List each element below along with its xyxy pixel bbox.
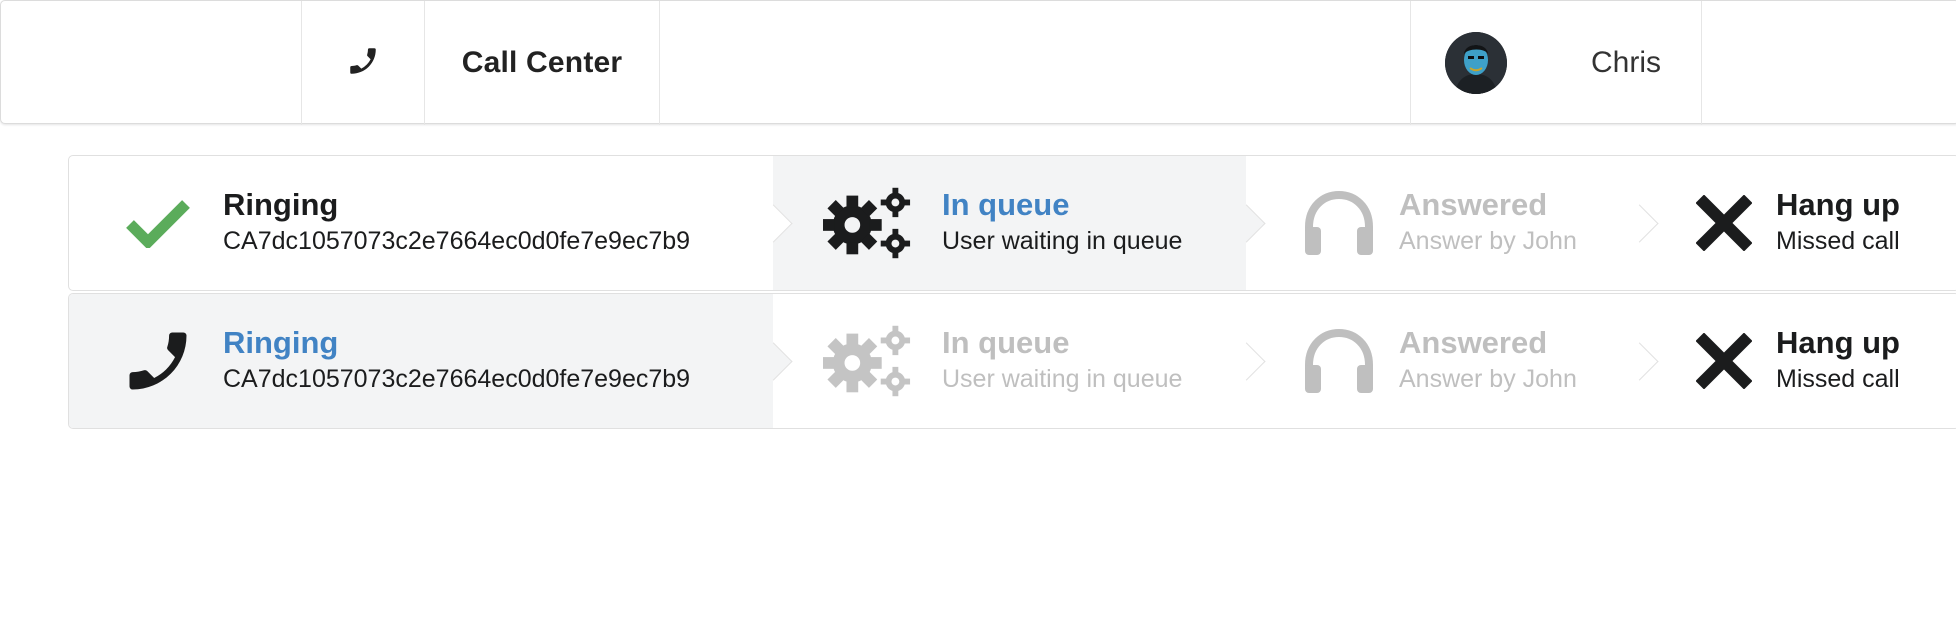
- phone-menu-item[interactable]: [302, 1, 424, 125]
- call-steps-row: Ringing CA7dc1057073c2e7664ec0d0fe7e9ec7…: [68, 293, 1956, 429]
- close-x-icon: [1679, 180, 1769, 266]
- step-title: In queue: [942, 187, 1070, 222]
- step-hang-up[interactable]: Hang up Missed call: [1639, 294, 1956, 428]
- step-title: Ringing: [223, 187, 339, 222]
- step-ringing[interactable]: Ringing CA7dc1057073c2e7664ec0d0fe7e9ec7…: [69, 294, 773, 428]
- user-avatar: [1445, 32, 1507, 94]
- phone-icon: [346, 44, 380, 83]
- step-description: User waiting in queue: [942, 365, 1183, 393]
- step-answered[interactable]: Answered Answer by John: [1246, 156, 1639, 290]
- step-title: Hang up: [1776, 325, 1900, 360]
- settings-gears-icon: [823, 180, 913, 266]
- step-hang-up[interactable]: Hang up Missed call: [1639, 156, 1956, 290]
- step-title: Hang up: [1776, 187, 1900, 222]
- headphones-icon: [1294, 318, 1384, 404]
- step-in-queue[interactable]: In queue User waiting in queue: [773, 294, 1246, 428]
- step-description: Answer by John: [1399, 227, 1577, 255]
- phone-icon: [113, 318, 203, 404]
- step-in-queue[interactable]: In queue User waiting in queue: [773, 156, 1246, 290]
- step-title: Ringing: [223, 325, 339, 360]
- call-center-menu-item[interactable]: Call Center: [425, 1, 659, 125]
- headphones-icon: [1294, 180, 1384, 266]
- user-name: Chris: [1591, 46, 1662, 79]
- step-title: In queue: [942, 325, 1070, 360]
- app-title: Call Center: [461, 46, 623, 79]
- step-answered[interactable]: Answered Answer by John: [1246, 294, 1639, 428]
- step-description: User waiting in queue: [942, 227, 1183, 255]
- close-x-icon: [1679, 318, 1769, 404]
- step-description: CA7dc1057073c2e7664ec0d0fe7e9ec7b9: [223, 227, 691, 255]
- settings-gears-icon: [823, 318, 913, 404]
- top-menu: Call Center Chris: [0, 0, 1956, 125]
- step-title: Answered: [1399, 187, 1548, 222]
- step-ringing[interactable]: Ringing CA7dc1057073c2e7664ec0d0fe7e9ec7…: [69, 156, 773, 290]
- call-steps-row: Ringing CA7dc1057073c2e7664ec0d0fe7e9ec7…: [68, 155, 1956, 291]
- step-description: CA7dc1057073c2e7664ec0d0fe7e9ec7b9: [223, 365, 691, 393]
- step-description: Missed call: [1776, 227, 1900, 255]
- user-menu-item[interactable]: Chris: [1411, 1, 1701, 125]
- checkmark-icon: [113, 180, 203, 266]
- step-description: Answer by John: [1399, 365, 1577, 393]
- step-description: Missed call: [1776, 365, 1900, 393]
- menu-divider: [659, 1, 660, 125]
- menu-divider: [1701, 1, 1702, 125]
- step-title: Answered: [1399, 325, 1548, 360]
